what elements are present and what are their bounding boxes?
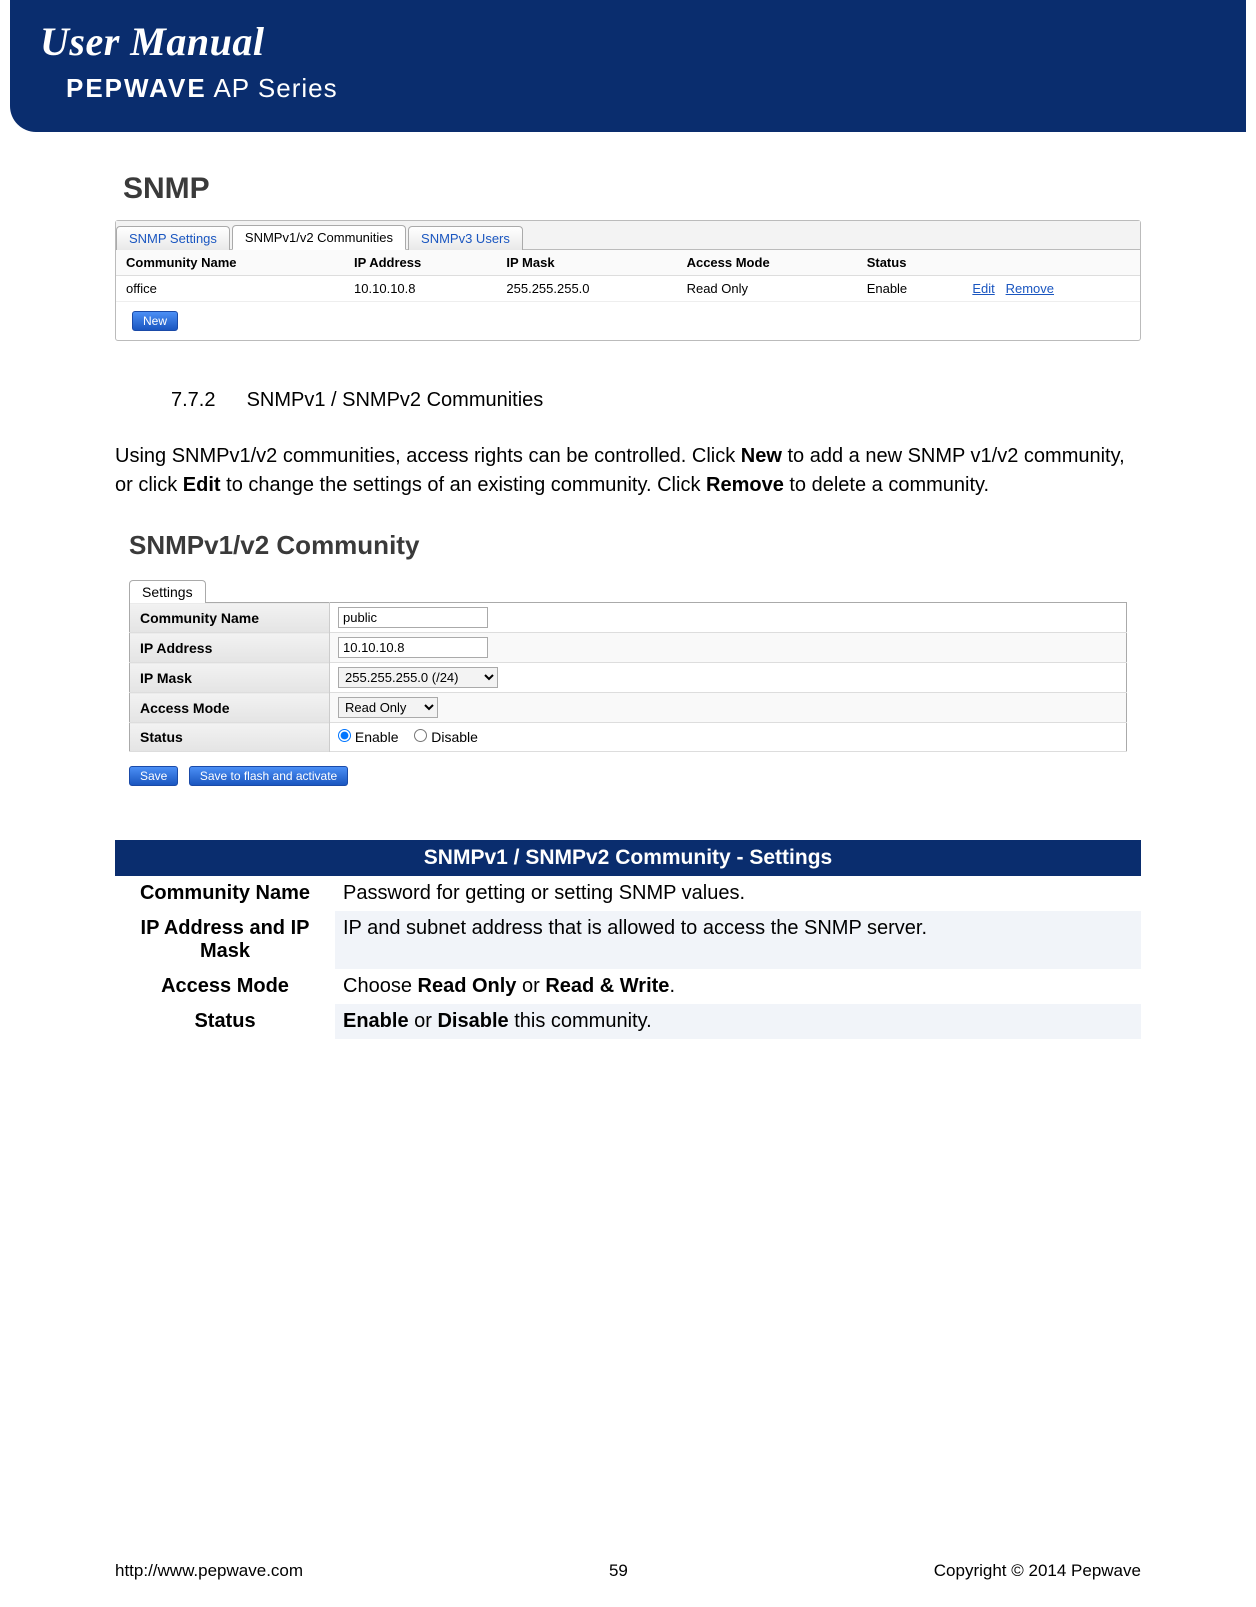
def-text: this community. bbox=[509, 1010, 652, 1032]
cell-name: office bbox=[116, 276, 344, 302]
status-enable-radio[interactable] bbox=[338, 729, 351, 742]
table-row: office 10.10.10.8 255.255.255.0 Read Onl… bbox=[116, 276, 1140, 302]
para-text: to change the settings of an existing co… bbox=[221, 474, 706, 496]
series-name: AP Series bbox=[207, 73, 338, 103]
def-val: Choose Read Only or Read & Write. bbox=[335, 969, 1141, 1004]
form-tabs: Settings bbox=[129, 579, 1127, 602]
def-row: IP Address and IP Mask IP and subnet add… bbox=[115, 911, 1141, 969]
save-activate-button[interactable]: Save to flash and activate bbox=[189, 766, 348, 786]
para-bold-edit: Edit bbox=[183, 474, 221, 496]
status-disable-radio[interactable] bbox=[414, 729, 427, 742]
para-bold-new: New bbox=[741, 445, 782, 467]
def-val: Password for getting or setting SNMP val… bbox=[335, 876, 1141, 911]
brand-name: PEPWAVE bbox=[66, 73, 207, 103]
remove-link[interactable]: Remove bbox=[1006, 281, 1054, 296]
label-status: Status bbox=[130, 723, 330, 752]
save-button[interactable]: Save bbox=[129, 766, 178, 786]
def-val: Enable or Disable this community. bbox=[335, 1004, 1141, 1039]
def-text: . bbox=[669, 975, 675, 997]
col-status: Status bbox=[857, 250, 963, 276]
tab-snmp-settings[interactable]: SNMP Settings bbox=[116, 226, 230, 250]
new-button[interactable]: New bbox=[132, 311, 178, 331]
def-bold: Read Only bbox=[418, 975, 517, 997]
tab-snmp-communities[interactable]: SNMPv1/v2 Communities bbox=[232, 225, 406, 250]
enable-text: Enable bbox=[355, 729, 399, 745]
para-text: Using SNMPv1/v2 communities, access righ… bbox=[115, 445, 741, 467]
label-community-name: Community Name bbox=[130, 603, 330, 633]
def-row: Community Name Password for getting or s… bbox=[115, 876, 1141, 911]
section-number: 7.7.2 bbox=[171, 389, 241, 412]
def-row: Access Mode Choose Read Only or Read & W… bbox=[115, 969, 1141, 1004]
col-access-mode: Access Mode bbox=[677, 250, 857, 276]
tab-snmp-v3-users[interactable]: SNMPv3 Users bbox=[408, 226, 523, 250]
page-footer: http://www.pepwave.com 59 Copyright © 20… bbox=[115, 1561, 1141, 1581]
community-name-input_field[interactable] bbox=[338, 607, 488, 628]
page-number: 59 bbox=[609, 1561, 628, 1581]
ip-address-field[interactable] bbox=[338, 637, 488, 658]
def-text: or bbox=[409, 1010, 438, 1032]
table-footer-row: New bbox=[116, 302, 1140, 341]
document-header: User Manual PEPWAVE AP Series bbox=[10, 0, 1246, 132]
section-paragraph: Using SNMPv1/v2 communities, access righ… bbox=[115, 442, 1141, 500]
def-text: or bbox=[516, 975, 545, 997]
footer-copyright: Copyright © 2014 Pepwave bbox=[934, 1561, 1141, 1581]
label-access-mode: Access Mode bbox=[130, 693, 330, 723]
col-actions bbox=[962, 250, 1140, 276]
def-bold: Disable bbox=[437, 1010, 508, 1032]
cell-actions: Edit Remove bbox=[962, 276, 1140, 302]
para-bold-remove: Remove bbox=[706, 474, 784, 496]
def-key: IP Address and IP Mask bbox=[115, 911, 335, 969]
para-text: to delete a community. bbox=[784, 474, 989, 496]
def-bold: Enable bbox=[343, 1010, 409, 1032]
def-val: IP and subnet address that is allowed to… bbox=[335, 911, 1141, 969]
definitions-table: SNMPv1 / SNMPv2 Community - Settings Com… bbox=[115, 840, 1141, 1039]
snmp-tabs: SNMP Settings SNMPv1/v2 Communities SNMP… bbox=[116, 221, 1140, 250]
def-key: Community Name bbox=[115, 876, 335, 911]
product-line: PEPWAVE AP Series bbox=[66, 73, 1216, 104]
col-community-name: Community Name bbox=[116, 250, 344, 276]
form-buttons: Save Save to flash and activate bbox=[129, 762, 1127, 790]
def-key: Status bbox=[115, 1004, 335, 1039]
tab-settings[interactable]: Settings bbox=[129, 580, 206, 603]
def-key: Access Mode bbox=[115, 969, 335, 1004]
def-text: Choose bbox=[343, 975, 418, 997]
snmp-heading: SNMP bbox=[123, 172, 1141, 206]
col-ip-address: IP Address bbox=[344, 250, 496, 276]
label-ip-address: IP Address bbox=[130, 633, 330, 663]
snmp-table: Community Name IP Address IP Mask Access… bbox=[116, 250, 1140, 340]
access-mode-select[interactable]: Read Only bbox=[338, 697, 438, 718]
ip-mask-select[interactable]: 255.255.255.0 (/24) bbox=[338, 667, 498, 688]
footer-url: http://www.pepwave.com bbox=[115, 1561, 303, 1581]
def-bold: Read & Write bbox=[545, 975, 669, 997]
settings-table: Community Name IP Address IP Mask 255.25… bbox=[129, 602, 1127, 752]
def-row: Status Enable or Disable this community. bbox=[115, 1004, 1141, 1039]
section-heading: 7.7.2 SNMPv1 / SNMPv2 Communities bbox=[171, 389, 1141, 412]
cell-mask: 255.255.255.0 bbox=[496, 276, 676, 302]
edit-link[interactable]: Edit bbox=[972, 281, 994, 296]
cell-ip: 10.10.10.8 bbox=[344, 276, 496, 302]
table-header-row: Community Name IP Address IP Mask Access… bbox=[116, 250, 1140, 276]
definitions-header: SNMPv1 / SNMPv2 Community - Settings bbox=[115, 840, 1141, 876]
community-form: Settings Community Name IP Address IP Ma… bbox=[129, 579, 1127, 790]
cell-status: Enable bbox=[857, 276, 963, 302]
label-ip-mask: IP Mask bbox=[130, 663, 330, 693]
community-heading: SNMPv1/v2 Community bbox=[129, 530, 1141, 561]
section-title: SNMPv1 / SNMPv2 Communities bbox=[247, 389, 544, 411]
manual-title: User Manual bbox=[40, 18, 1216, 65]
status-disable-label: Disable bbox=[414, 729, 478, 745]
status-enable-label: Enable bbox=[338, 729, 402, 745]
col-ip-mask: IP Mask bbox=[496, 250, 676, 276]
snmp-panel: SNMP Settings SNMPv1/v2 Communities SNMP… bbox=[115, 220, 1141, 341]
cell-mode: Read Only bbox=[677, 276, 857, 302]
disable-text: Disable bbox=[431, 729, 478, 745]
